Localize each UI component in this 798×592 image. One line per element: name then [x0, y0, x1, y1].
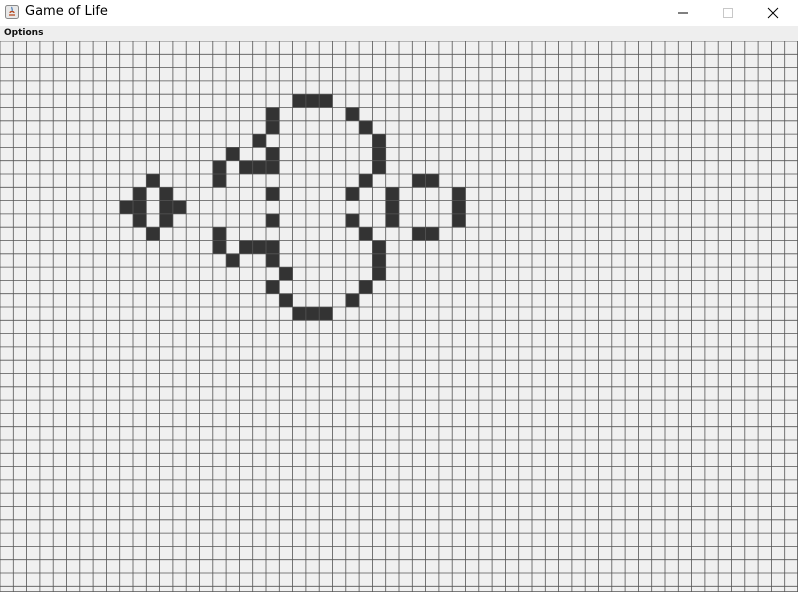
live-cell[interactable] — [146, 227, 160, 241]
live-cell[interactable] — [385, 187, 399, 201]
game-grid[interactable] — [0, 41, 798, 592]
live-cell[interactable] — [266, 240, 280, 254]
live-cell[interactable] — [359, 227, 373, 241]
live-cell[interactable] — [372, 147, 386, 161]
live-cell[interactable] — [345, 107, 360, 121]
live-cell[interactable] — [266, 120, 280, 135]
live-cell[interactable] — [266, 213, 280, 228]
live-cell[interactable] — [292, 94, 306, 108]
live-cell[interactable] — [133, 213, 147, 228]
live-cell[interactable] — [212, 174, 227, 188]
live-cell[interactable] — [452, 187, 466, 201]
live-cell[interactable] — [212, 160, 227, 174]
maximize-icon — [723, 8, 733, 18]
live-cell[interactable] — [159, 200, 173, 214]
live-cell[interactable] — [133, 187, 147, 201]
live-cell[interactable] — [425, 174, 439, 188]
title-bar: Game of Life — [0, 0, 798, 26]
live-cell[interactable] — [372, 134, 386, 148]
live-cell[interactable] — [345, 213, 360, 228]
live-cell[interactable] — [359, 280, 373, 294]
menu-options[interactable]: Options — [4, 27, 43, 39]
live-cell[interactable] — [239, 160, 253, 174]
live-cell[interactable] — [372, 267, 386, 281]
live-cell[interactable] — [159, 187, 173, 201]
menu-bar: Options — [0, 26, 798, 41]
live-cell[interactable] — [212, 227, 227, 241]
close-button[interactable] — [750, 0, 796, 26]
live-cell[interactable] — [266, 280, 280, 294]
live-cell[interactable] — [252, 240, 266, 254]
live-cell[interactable] — [252, 160, 266, 174]
live-cell[interactable] — [412, 174, 426, 188]
live-cell[interactable] — [385, 213, 399, 228]
live-cell[interactable] — [146, 174, 160, 188]
live-cell[interactable] — [252, 134, 266, 148]
minimize-button[interactable] — [660, 0, 706, 26]
window-title: Game of Life — [25, 4, 108, 19]
live-cell[interactable] — [133, 200, 147, 214]
live-cell[interactable] — [425, 227, 439, 241]
live-cell[interactable] — [359, 174, 373, 188]
live-cell[interactable] — [266, 107, 280, 121]
live-cell[interactable] — [412, 227, 426, 241]
live-cell[interactable] — [279, 293, 293, 307]
live-cell[interactable] — [372, 160, 386, 174]
live-cell[interactable] — [372, 253, 386, 268]
live-cell[interactable] — [319, 307, 333, 321]
live-cell[interactable] — [266, 187, 280, 201]
grid-lines — [0, 41, 798, 592]
live-cell[interactable] — [159, 213, 173, 228]
maximize-button[interactable] — [705, 0, 751, 26]
live-cell[interactable] — [266, 253, 280, 268]
live-cell[interactable] — [279, 267, 293, 281]
live-cell[interactable] — [359, 120, 373, 135]
grid-canvas[interactable] — [0, 41, 798, 592]
live-cell[interactable] — [226, 253, 240, 268]
live-cell[interactable] — [385, 200, 399, 214]
live-cell[interactable] — [319, 94, 333, 108]
minimize-icon — [678, 12, 688, 14]
live-cell[interactable] — [345, 293, 360, 307]
live-cell[interactable] — [292, 307, 306, 321]
live-cell[interactable] — [266, 147, 280, 161]
live-cell[interactable] — [212, 240, 227, 254]
close-icon — [767, 7, 779, 19]
live-cell[interactable] — [452, 200, 466, 214]
java-icon — [4, 4, 20, 20]
live-cell[interactable] — [266, 160, 280, 174]
live-cell[interactable] — [172, 200, 187, 214]
live-cell[interactable] — [119, 200, 133, 214]
live-cell[interactable] — [226, 147, 240, 161]
live-cell[interactable] — [372, 240, 386, 254]
live-cell[interactable] — [305, 307, 320, 321]
live-cell[interactable] — [305, 94, 320, 108]
live-cell[interactable] — [345, 187, 360, 201]
live-cell[interactable] — [239, 240, 253, 254]
live-cell[interactable] — [452, 213, 466, 228]
